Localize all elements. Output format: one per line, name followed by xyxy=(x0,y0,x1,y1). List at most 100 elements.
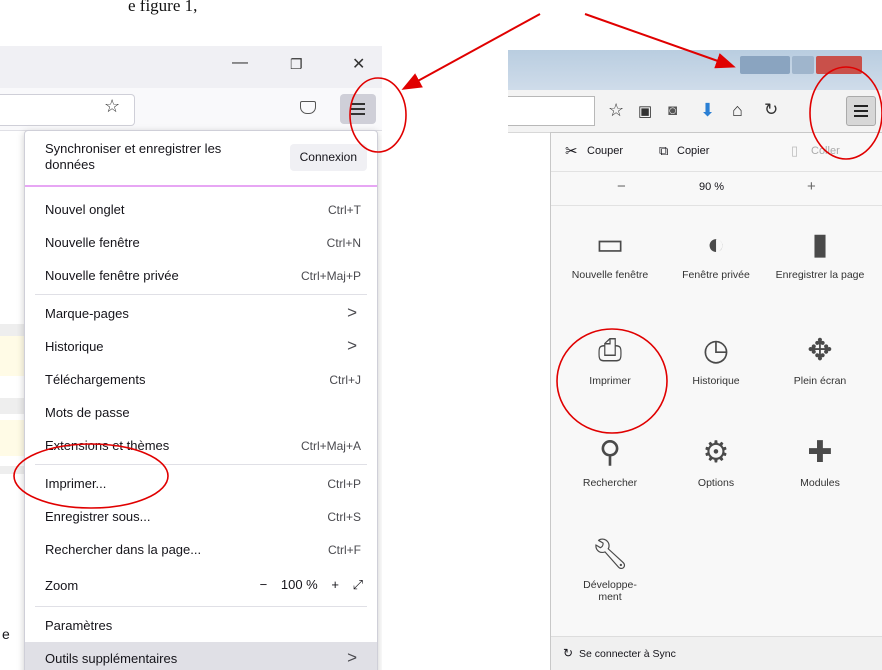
tile-label: Rechercher xyxy=(582,477,638,489)
tile-label: Enregistrer la page xyxy=(775,269,865,281)
hamburger-menu-icon[interactable] xyxy=(846,96,876,126)
fullscreen-icon: ✥ xyxy=(807,334,833,367)
paste-button[interactable]: Coller xyxy=(811,145,840,157)
download-icon[interactable]: ⬇ xyxy=(700,100,715,121)
restore-button[interactable] xyxy=(792,56,814,74)
close-button[interactable]: ✕ xyxy=(352,54,365,74)
minimize-button[interactable] xyxy=(740,56,790,74)
shortcut-label: Ctrl+Maj+P xyxy=(300,269,361,283)
tile-developer[interactable]: 🔧︎ Développe-ment xyxy=(565,535,655,625)
menu-item-label: Outils supplémentaires xyxy=(45,651,178,666)
menu-item-label: Imprimer... xyxy=(45,476,107,491)
sync-footer-label: Se connecter à Sync xyxy=(579,648,676,660)
menu-item-label: Mots de passe xyxy=(45,405,130,420)
menu-item-save-as[interactable]: Enregistrer sous... Ctrl+S xyxy=(25,500,377,533)
restore-button[interactable]: ❐ xyxy=(290,56,303,73)
chevron-right-icon: > xyxy=(347,303,357,322)
zoom-value[interactable]: 90 % xyxy=(699,181,724,193)
menu-item-print[interactable]: Imprimer... Ctrl+P xyxy=(25,467,377,500)
sync-section: Synchroniser et enregistrer les données … xyxy=(25,131,377,187)
shortcut-label: Ctrl+T xyxy=(328,203,361,217)
menu-item-passwords[interactable]: Mots de passe xyxy=(25,396,377,429)
zoom-label: Zoom xyxy=(45,578,79,593)
mask-icon: ◐ xyxy=(706,228,726,261)
sync-label: Synchroniser et enregistrer les données xyxy=(45,141,222,172)
chevron-right-icon: > xyxy=(347,648,357,667)
menu-item-label: Enregistrer sous... xyxy=(45,509,151,524)
scissors-icon: ✂ xyxy=(565,143,578,160)
menu-item-label: Historique xyxy=(45,339,104,354)
tile-label: Fenêtre privée xyxy=(682,269,750,281)
menu-item-label: Extensions et thèmes xyxy=(45,438,170,453)
menu-item-label: Marque-pages xyxy=(45,306,129,321)
magnifier-icon: ⚲ xyxy=(599,436,621,469)
hamburger-menu-icon[interactable] xyxy=(340,94,376,124)
new-firefox-window: — ❐ ✕ ☆ e Synchroniser et enregistrer le… xyxy=(0,46,382,670)
menu-item-zoom: Zoom − 100 % + ⤢ xyxy=(25,566,377,604)
title-bar: — ❐ ✕ xyxy=(0,46,382,88)
close-button[interactable] xyxy=(816,56,862,74)
zoom-out-button[interactable]: − xyxy=(617,178,626,195)
menu-item-new-private-window[interactable]: Nouvelle fenêtre privée Ctrl+Maj+P xyxy=(25,259,377,292)
minimize-button[interactable]: — xyxy=(232,54,248,72)
shortcut-label: Ctrl+J xyxy=(329,373,361,387)
zoom-in-button[interactable]: + xyxy=(331,577,339,592)
tile-search[interactable]: ⚲ Rechercher xyxy=(565,433,655,523)
copy-button[interactable]: Copier xyxy=(677,145,709,157)
tile-print[interactable]: ⎙ Imprimer xyxy=(565,331,655,421)
tile-label: Nouvelle fenêtre xyxy=(571,269,649,281)
menu-item-new-tab[interactable]: Nouvel onglet Ctrl+T xyxy=(25,193,377,226)
menu-item-label: Nouvelle fenêtre privée xyxy=(45,268,179,283)
menu-item-new-window[interactable]: Nouvelle fenêtre Ctrl+N xyxy=(25,226,377,259)
tile-private-window[interactable]: ◐ Fenêtre privée xyxy=(671,225,761,315)
copy-icon: ⧉ xyxy=(659,143,669,158)
menu-item-bookmarks[interactable]: Marque-pages > xyxy=(25,297,377,330)
clipboard-icon[interactable]: ▣ xyxy=(638,102,652,120)
fullscreen-icon[interactable]: ⤢ xyxy=(353,577,363,593)
cut-button[interactable]: Couper xyxy=(587,145,623,157)
menu-item-settings[interactable]: Paramètres xyxy=(25,609,377,642)
menu-separator xyxy=(35,606,367,607)
printer-icon: ⎙ xyxy=(598,334,622,367)
zoom-in-button[interactable]: + xyxy=(807,178,816,195)
shortcut-label: Ctrl+S xyxy=(327,510,361,524)
tile-save-page[interactable]: ▮ Enregistrer la page xyxy=(775,225,865,315)
menu-item-more-tools[interactable]: Outils supplémentaires > xyxy=(25,642,377,670)
shortcut-label: Ctrl+F xyxy=(328,543,361,557)
pocket-icon[interactable] xyxy=(300,101,316,114)
zoom-controls: − 90 % + xyxy=(551,171,882,206)
tile-modules[interactable]: ✚ Modules xyxy=(775,433,865,523)
tile-fullscreen[interactable]: ✥ Plein écran xyxy=(775,331,865,421)
home-icon[interactable]: ⌂ xyxy=(732,100,743,121)
edit-controls: ✂ Couper ⧉ Copier ▯ Coller xyxy=(551,133,882,172)
menu-item-label: Téléchargements xyxy=(45,372,146,387)
menu-item-history[interactable]: Historique > xyxy=(25,330,377,363)
tile-new-window[interactable]: ▭ Nouvelle fenêtre xyxy=(565,225,655,315)
sync-icon[interactable]: ↻ xyxy=(764,100,778,120)
menu-item-downloads[interactable]: Téléchargements Ctrl+J xyxy=(25,363,377,396)
star-icon[interactable]: ☆ xyxy=(104,96,120,117)
zoom-value[interactable]: 100 % xyxy=(281,577,318,592)
shortcut-label: Ctrl+N xyxy=(326,236,361,250)
page-icon: ▮ xyxy=(811,228,829,261)
paste-icon: ▯ xyxy=(791,143,799,158)
menu-item-extensions-themes[interactable]: Extensions et thèmes Ctrl+Maj+A xyxy=(25,429,377,462)
menu-item-label: Nouvel onglet xyxy=(45,202,125,217)
sync-footer[interactable]: ↻ Se connecter à Sync xyxy=(551,636,882,670)
chevron-right-icon: > xyxy=(347,336,357,355)
tile-history[interactable]: ◷ Historique xyxy=(671,331,761,421)
tile-options[interactable]: ⚙ Options xyxy=(671,433,761,523)
page-text: e xyxy=(2,626,10,642)
pocket-icon[interactable]: ◙ xyxy=(668,102,677,119)
tile-label: Modules xyxy=(800,477,840,489)
menu-separator xyxy=(35,464,367,465)
connect-button[interactable]: Connexion xyxy=(289,144,367,171)
menu-item-find-in-page[interactable]: Rechercher dans la page... Ctrl+F xyxy=(25,533,377,566)
wrench-icon: 🔧︎ xyxy=(590,538,630,571)
url-bar[interactable] xyxy=(508,96,595,126)
zoom-out-button[interactable]: − xyxy=(260,577,268,592)
clock-icon: ◷ xyxy=(702,334,730,367)
tile-label: Options xyxy=(697,477,735,489)
toolbar: ☆ xyxy=(0,88,382,131)
star-icon[interactable]: ☆ xyxy=(608,100,624,121)
